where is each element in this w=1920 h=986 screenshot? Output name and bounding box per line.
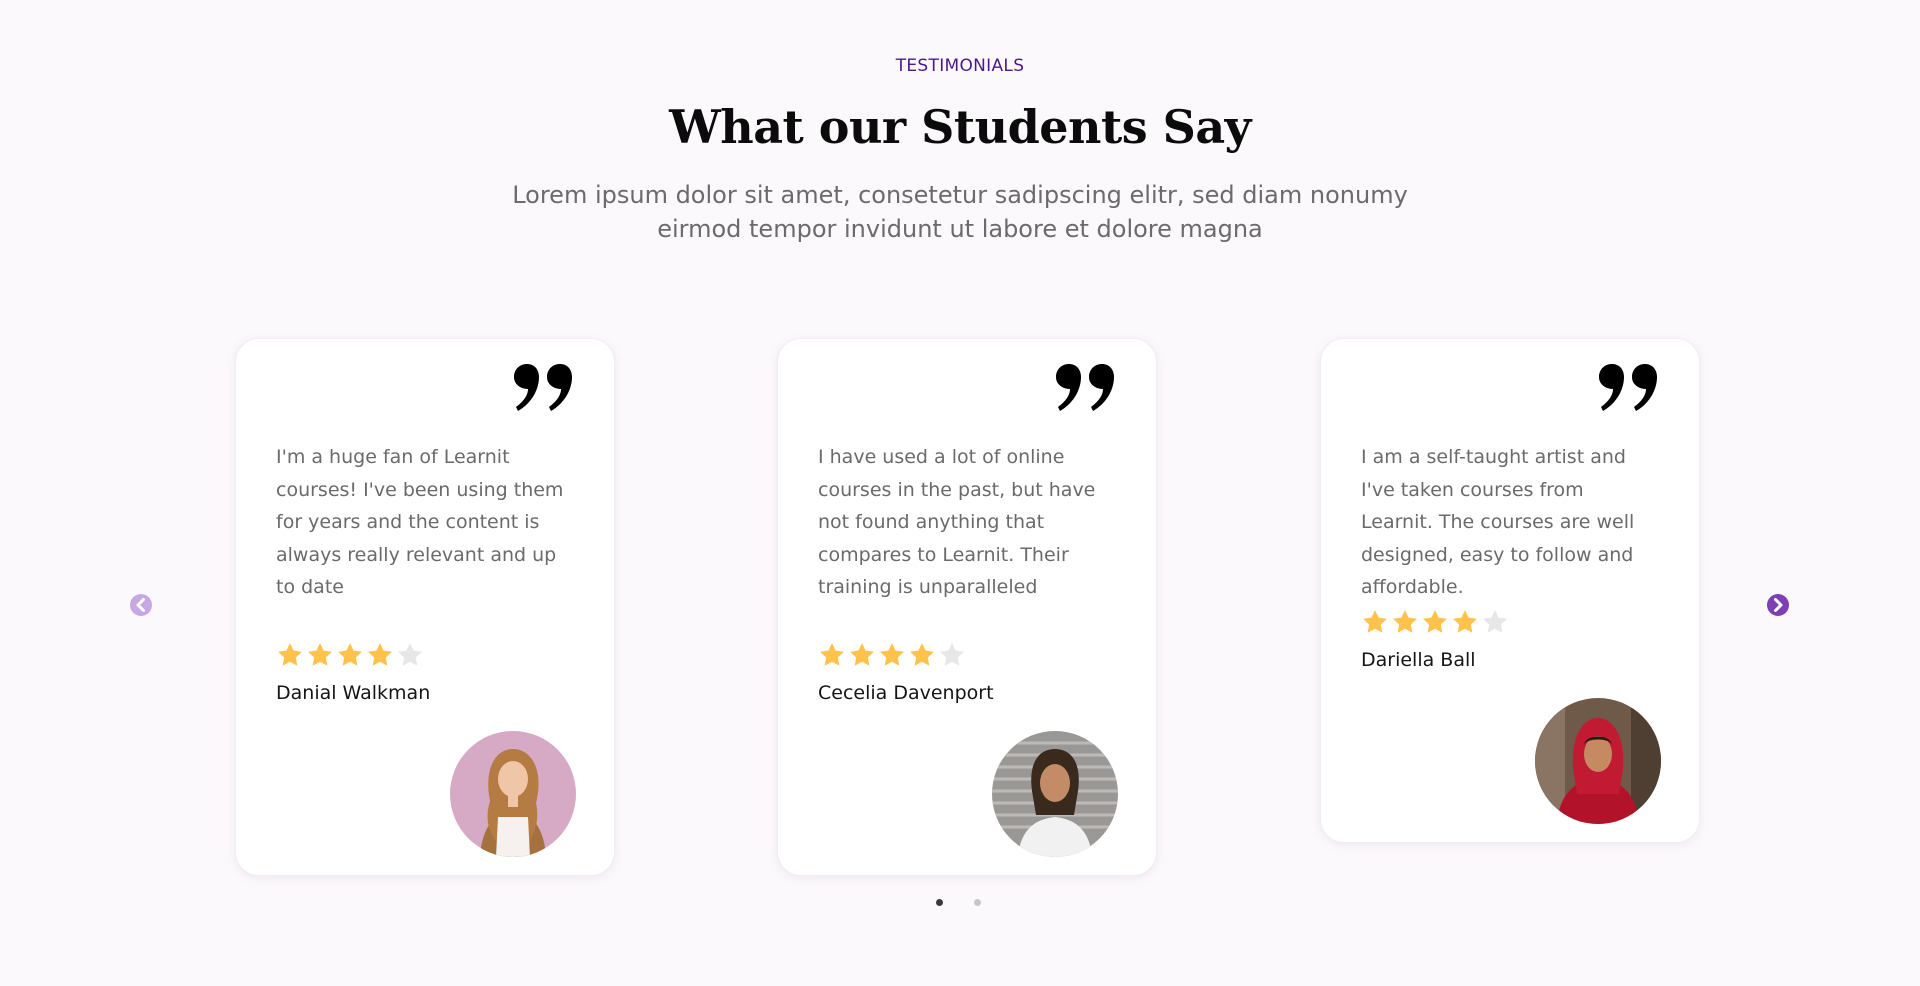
carousel-pagination — [936, 899, 981, 906]
avatar — [450, 731, 576, 857]
section-title: What our Students Say — [669, 100, 1251, 154]
star-filled-icon — [1391, 608, 1419, 636]
star-filled-icon — [276, 641, 304, 669]
star-empty-icon — [396, 641, 424, 669]
section-eyebrow: TESTIMONIALS — [895, 56, 1025, 76]
star-filled-icon — [1361, 608, 1389, 636]
pagination-dot-2[interactable] — [974, 899, 981, 906]
star-filled-icon — [336, 641, 364, 669]
quote-icon — [1597, 363, 1661, 415]
testimonial-card: I am a self-taught artist and I've taken… — [1320, 338, 1700, 843]
student-name: Cecelia Davenport — [818, 682, 994, 704]
testimonial-card: I have used a lot of online courses in t… — [777, 338, 1157, 876]
student-name: Danial Walkman — [276, 682, 431, 704]
carousel-next-button[interactable] — [1767, 594, 1789, 616]
chevron-right-circle-icon — [1767, 594, 1789, 616]
carousel-prev-button[interactable] — [130, 594, 152, 616]
testimonial-quote: I have used a lot of online courses in t… — [818, 446, 1096, 599]
quote-icon — [1054, 363, 1118, 415]
testimonial-quote: I'm a huge fan of Learnit courses! I've … — [276, 446, 564, 599]
star-filled-icon — [1421, 608, 1449, 636]
pagination-dot-1[interactable] — [936, 899, 943, 906]
star-filled-icon — [848, 641, 876, 669]
star-empty-icon — [938, 641, 966, 669]
star-rating — [276, 641, 424, 669]
star-rating — [1361, 608, 1509, 636]
star-filled-icon — [908, 641, 936, 669]
star-filled-icon — [306, 641, 334, 669]
quote-icon — [512, 363, 576, 415]
testimonial-card: I'm a huge fan of Learnit courses! I've … — [235, 338, 615, 876]
section-subtitle: Lorem ipsum dolor sit amet, consetetur s… — [512, 181, 1408, 243]
star-empty-icon — [1481, 608, 1509, 636]
star-filled-icon — [878, 641, 906, 669]
testimonial-quote: I am a self-taught artist and I've taken… — [1361, 446, 1635, 599]
star-filled-icon — [1451, 608, 1479, 636]
star-filled-icon — [366, 641, 394, 669]
student-name: Dariella Ball — [1361, 649, 1476, 671]
testimonials-section: TESTIMONIALS What our Students Say Lorem… — [0, 0, 1920, 986]
chevron-left-circle-icon — [130, 594, 152, 616]
star-rating — [818, 641, 966, 669]
avatar — [992, 731, 1118, 857]
star-filled-icon — [818, 641, 846, 669]
avatar — [1535, 698, 1661, 824]
